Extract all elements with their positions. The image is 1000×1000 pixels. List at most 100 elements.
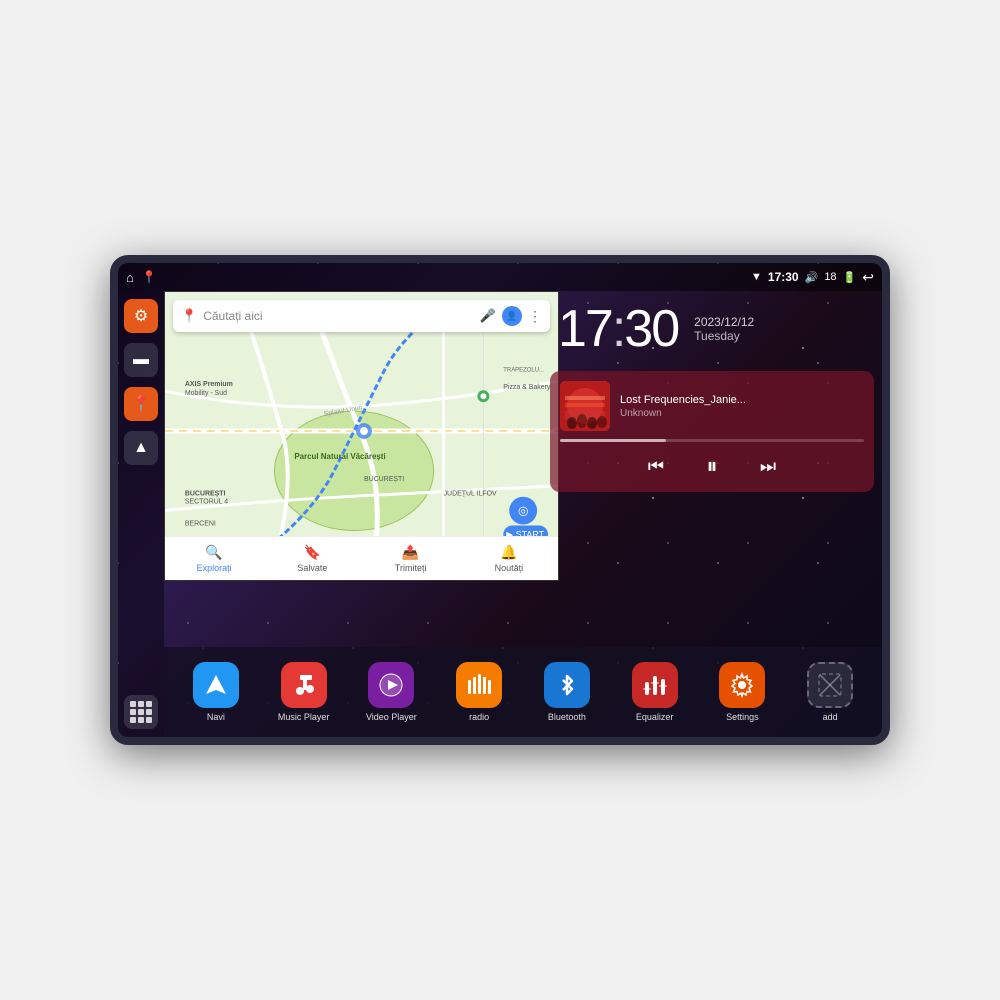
mic-icon[interactable]: 🎤 — [480, 308, 496, 324]
settings-sidebar-button[interactable]: ⚙ — [124, 299, 158, 333]
add-label: add — [823, 712, 838, 722]
clock-day-text: Tuesday — [694, 329, 754, 343]
app-add[interactable]: add — [788, 658, 872, 726]
radio-icon — [456, 662, 502, 708]
home-icon[interactable]: ⌂ — [126, 270, 134, 285]
svg-text:◎: ◎ — [518, 504, 528, 518]
news-label: Noutăți — [495, 563, 524, 573]
music-controls: ⏮ ⏸ ⏭ — [560, 450, 864, 482]
equalizer-label: Equalizer — [636, 712, 674, 722]
settings-icon — [719, 662, 765, 708]
app-radio[interactable]: radio — [437, 658, 521, 726]
svg-text:SECTORUL 4: SECTORUL 4 — [185, 499, 228, 506]
right-panel: 17:30 2023/12/12 Tuesday — [542, 291, 882, 647]
app-navi[interactable]: Navi — [174, 658, 258, 726]
music-artist: Unknown — [620, 408, 864, 419]
news-icon: 🔔 — [500, 544, 517, 561]
battery-level: 18 — [824, 271, 836, 283]
status-bar: ⌂ 📍 ▼ 17:30 🔊 18 🔋 ↩ — [118, 263, 882, 291]
clock-display: 17:30 — [558, 303, 678, 355]
clock-section: 17:30 2023/12/12 Tuesday — [542, 291, 882, 367]
nav-sidebar-button[interactable]: ▲ — [124, 431, 158, 465]
svg-text:BUCUREȘTI: BUCUREȘTI — [364, 476, 404, 483]
equalizer-icon — [632, 662, 678, 708]
map-sidebar-icon: 📍 — [131, 394, 151, 414]
app-settings[interactable]: Settings — [701, 658, 785, 726]
music-info: Lost Frequencies_Janie... Unknown — [620, 394, 864, 419]
nav-sidebar-icon: ▲ — [133, 439, 149, 457]
app-music-player[interactable]: Music Player — [262, 658, 346, 726]
navi-label: Navi — [207, 712, 225, 722]
next-button[interactable]: ⏭ — [752, 450, 784, 482]
main-content: ◎ ▶ START AXIS Premium Mobility - Sud Pi… — [164, 291, 882, 737]
svg-text:Parcul Natural Văcărești: Parcul Natural Văcărești — [294, 452, 385, 461]
apps-sidebar-button[interactable] — [124, 695, 158, 729]
svg-text:BERCENI: BERCENI — [185, 521, 216, 528]
music-album-art — [560, 381, 610, 431]
prev-icon: ⏮ — [648, 456, 664, 477]
explore-icon: 🔍 — [205, 544, 222, 561]
saved-label: Salvate — [297, 563, 327, 573]
music-title: Lost Frequencies_Janie... — [620, 394, 864, 406]
svg-text:JUDEȚUL ILFOV: JUDEȚUL ILFOV — [444, 491, 497, 498]
music-player-icon — [281, 662, 327, 708]
explore-label: Explorați — [197, 563, 232, 573]
battery-icon: 🔋 — [843, 271, 857, 284]
svg-text:TRAPEZOLU...: TRAPEZOLU... — [503, 367, 544, 373]
svg-text:Mobility - Sud: Mobility - Sud — [185, 390, 227, 397]
share-icon: 📤 — [402, 544, 419, 561]
clock-minutes: 30 — [624, 300, 678, 358]
video-player-label: Video Player — [366, 712, 417, 722]
map-pin-icon[interactable]: 📍 — [142, 270, 157, 284]
map-search-bar[interactable]: 📍 Căutați aici 🎤 👤 ⋮ — [173, 300, 550, 332]
map-sidebar-button[interactable]: 📍 — [124, 387, 158, 421]
map-nav-explore[interactable]: 🔍 Explorați — [165, 544, 263, 573]
status-time: 17:30 — [768, 270, 799, 284]
share-label: Trimiteți — [395, 563, 427, 573]
music-progress-bar[interactable] — [560, 439, 864, 442]
left-sidebar: ⚙ ▬ 📍 ▲ — [118, 291, 164, 737]
pause-icon: ⏸ — [706, 453, 717, 479]
user-avatar[interactable]: 👤 — [502, 306, 522, 326]
pause-button[interactable]: ⏸ — [696, 450, 728, 482]
more-options-icon[interactable]: ⋮ — [528, 308, 542, 325]
music-section: Lost Frequencies_Janie... Unknown ⏮ ⏸ — [550, 371, 874, 492]
google-maps-icon: 📍 — [181, 308, 197, 324]
map-nav-share[interactable]: 📤 Trimiteți — [362, 544, 460, 573]
status-right: ▼ 17:30 🔊 18 🔋 ↩ — [751, 269, 874, 286]
back-icon[interactable]: ↩ — [862, 269, 874, 286]
music-header: Lost Frequencies_Janie... Unknown — [560, 381, 864, 431]
app-bluetooth[interactable]: Bluetooth — [525, 658, 609, 726]
map-nav-saved[interactable]: 🔖 Salvate — [263, 544, 361, 573]
files-sidebar-icon: ▬ — [133, 351, 149, 369]
saved-icon: 🔖 — [304, 544, 321, 561]
bluetooth-label: Bluetooth — [548, 712, 586, 722]
wifi-icon: ▼ — [751, 271, 762, 283]
status-left: ⌂ 📍 — [126, 270, 157, 285]
app-equalizer[interactable]: Equalizer — [613, 658, 697, 726]
files-sidebar-button[interactable]: ▬ — [124, 343, 158, 377]
bluetooth-icon — [544, 662, 590, 708]
video-player-icon — [368, 662, 414, 708]
music-progress-fill — [560, 439, 666, 442]
clock-hours: 17 — [558, 300, 612, 358]
device-frame: ⌂ 📍 ▼ 17:30 🔊 18 🔋 ↩ ⚙ ▬ 📍 — [110, 255, 890, 745]
svg-text:AXIS Premium: AXIS Premium — [185, 381, 233, 388]
prev-button[interactable]: ⏮ — [640, 450, 672, 482]
volume-icon: 🔊 — [805, 271, 819, 284]
navi-icon — [193, 662, 239, 708]
app-video-player[interactable]: Video Player — [350, 658, 434, 726]
screen: ⌂ 📍 ▼ 17:30 🔊 18 🔋 ↩ ⚙ ▬ 📍 — [118, 263, 882, 737]
apps-grid-icon — [130, 701, 152, 723]
svg-text:BUCUREȘTI: BUCUREȘTI — [185, 491, 226, 498]
map-bottom-nav: 🔍 Explorați 🔖 Salvate 📤 Trimiteți � — [165, 536, 558, 580]
map-background: ◎ ▶ START AXIS Premium Mobility - Sud Pi… — [165, 292, 558, 580]
settings-label: Settings — [726, 712, 759, 722]
clock-date: 2023/12/12 Tuesday — [694, 315, 754, 343]
settings-sidebar-icon: ⚙ — [134, 306, 148, 326]
radio-label: radio — [469, 712, 489, 722]
music-player-label: Music Player — [278, 712, 330, 722]
apps-dock: Navi Music Player — [164, 647, 882, 737]
clock-colon: : — [612, 300, 624, 358]
map-container: ◎ ▶ START AXIS Premium Mobility - Sud Pi… — [164, 291, 559, 581]
